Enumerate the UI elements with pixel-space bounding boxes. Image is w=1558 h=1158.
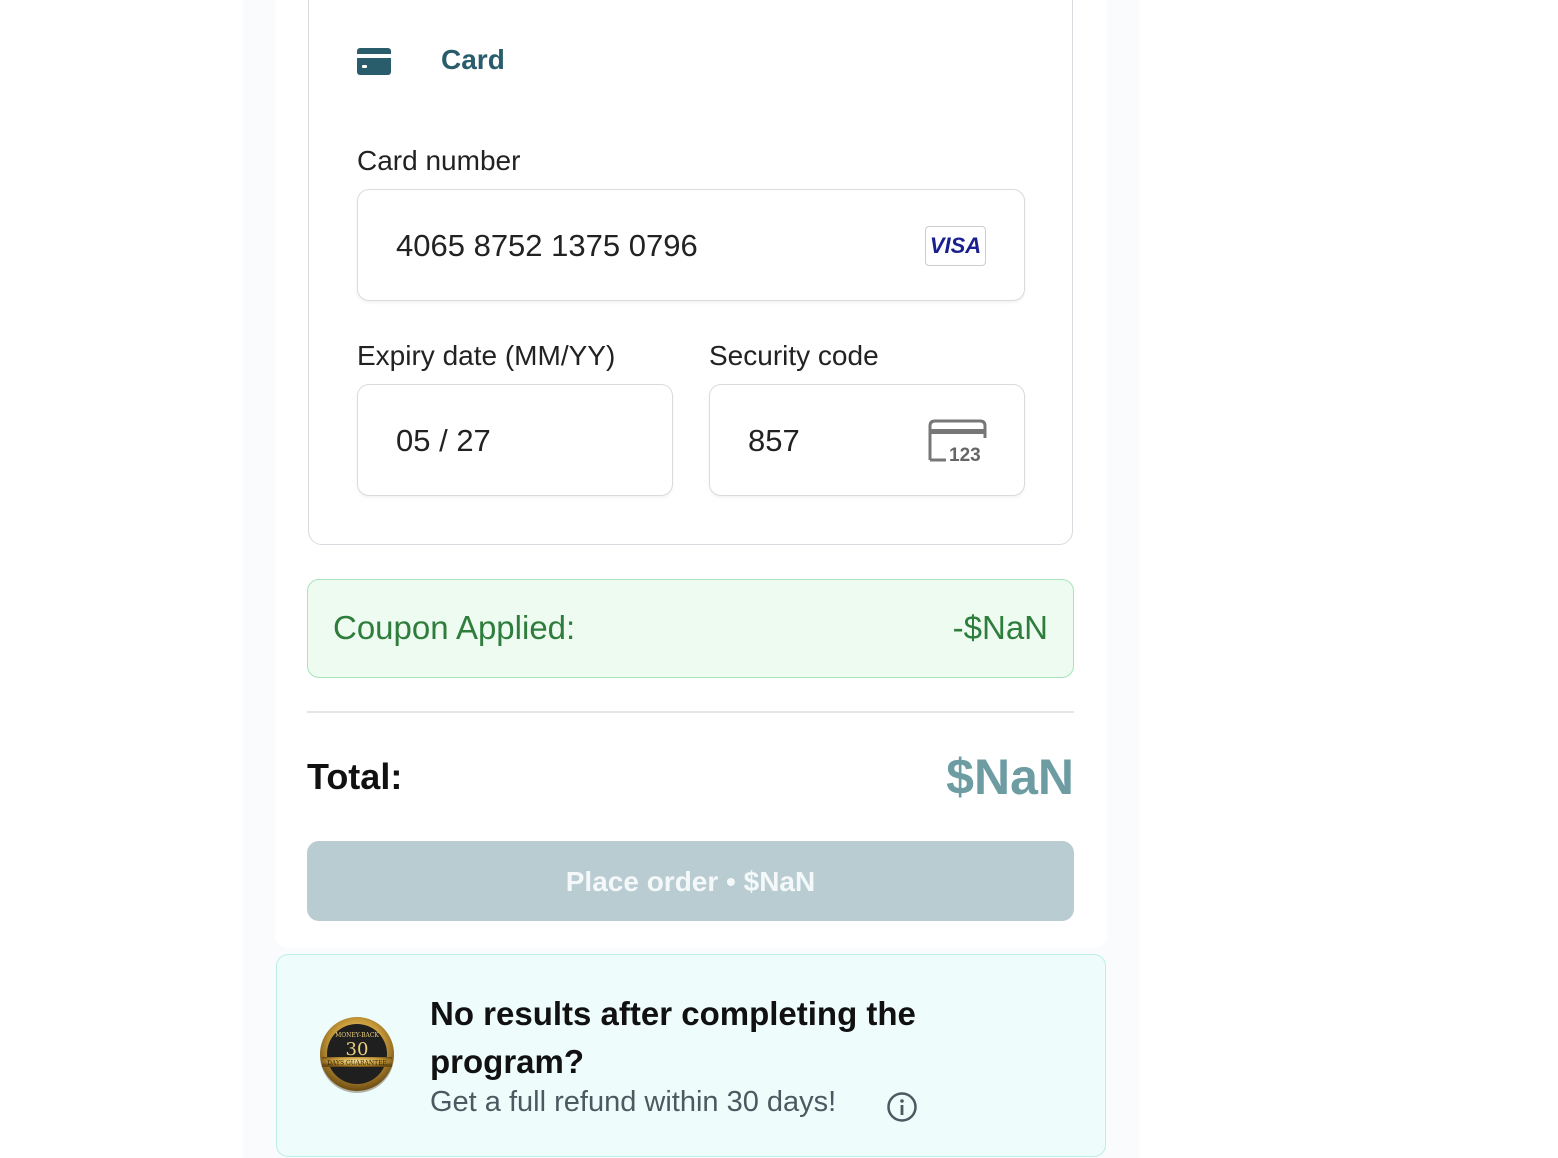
badge-bottom-text: DAYS GUARANTEE bbox=[327, 1060, 387, 1067]
info-icon[interactable] bbox=[886, 1091, 918, 1123]
card-number-label: Card number bbox=[357, 145, 521, 176]
expiry-value: 05 / 27 bbox=[396, 423, 491, 458]
badge-top-text: MONEY-BACK bbox=[335, 1032, 379, 1039]
badge-number: 30 bbox=[346, 1039, 369, 1060]
expiry-label: Expiry date (MM/YY) bbox=[357, 340, 616, 371]
coupon-label: Coupon Applied: bbox=[333, 609, 576, 646]
cvc-icon-text: 123 bbox=[949, 445, 981, 466]
guarantee-title: No results after completing the program? bbox=[430, 995, 916, 1080]
coupon-discount-value: -$NaN bbox=[952, 609, 1048, 646]
divider bbox=[307, 711, 1074, 713]
guarantee-subtitle: Get a full refund within 30 days! bbox=[430, 1086, 837, 1118]
cvc-card-icon: 123 bbox=[928, 419, 987, 466]
place-order-button[interactable]: Place order • $NaN bbox=[307, 841, 1074, 921]
card-brand-text: VISA bbox=[929, 233, 982, 258]
payment-method-label[interactable]: Card bbox=[441, 44, 505, 76]
visa-icon: VISA bbox=[925, 226, 986, 266]
card-number-value: 4065 8752 1375 0796 bbox=[396, 228, 698, 263]
money-back-guarantee-badge-icon: MONEY-BACK 30 DAYS GUARANTEE bbox=[320, 1017, 394, 1093]
security-code-value: 857 bbox=[748, 423, 800, 458]
security-code-label: Security code bbox=[709, 340, 879, 371]
credit-card-icon bbox=[357, 48, 391, 75]
total-label: Total: bbox=[307, 756, 403, 797]
total-value: $NaN bbox=[946, 749, 1074, 805]
